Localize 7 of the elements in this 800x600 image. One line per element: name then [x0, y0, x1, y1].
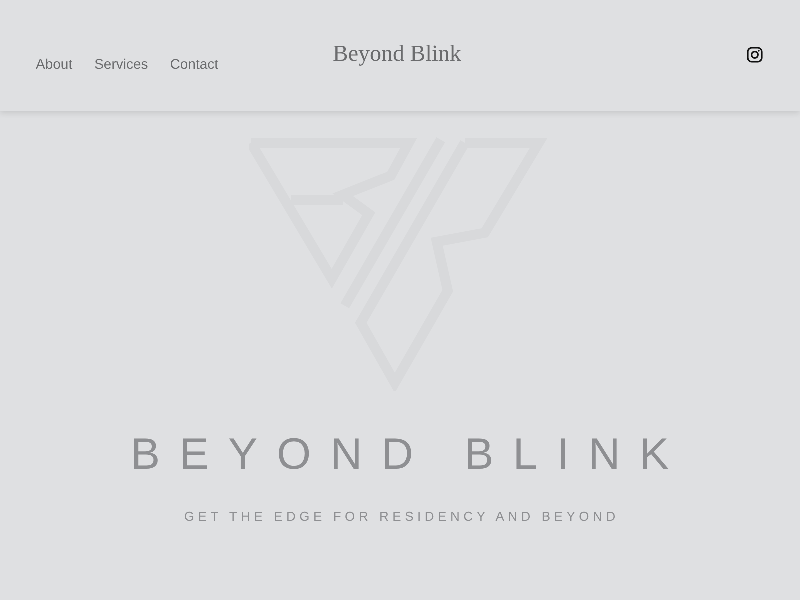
hero-tagline: GET THE EDGE FOR RESIDENCY AND BEYOND	[183, 508, 620, 526]
hero-title: BEYOND BLINK	[130, 433, 688, 477]
brand-name[interactable]: Beyond Blink	[333, 37, 462, 72]
nav-link[interactable]: About	[36, 54, 73, 75]
nav-link[interactable]: Services	[94, 54, 148, 75]
instagram-icon[interactable]	[747, 47, 763, 63]
nav-link[interactable]: Contact	[170, 54, 219, 75]
